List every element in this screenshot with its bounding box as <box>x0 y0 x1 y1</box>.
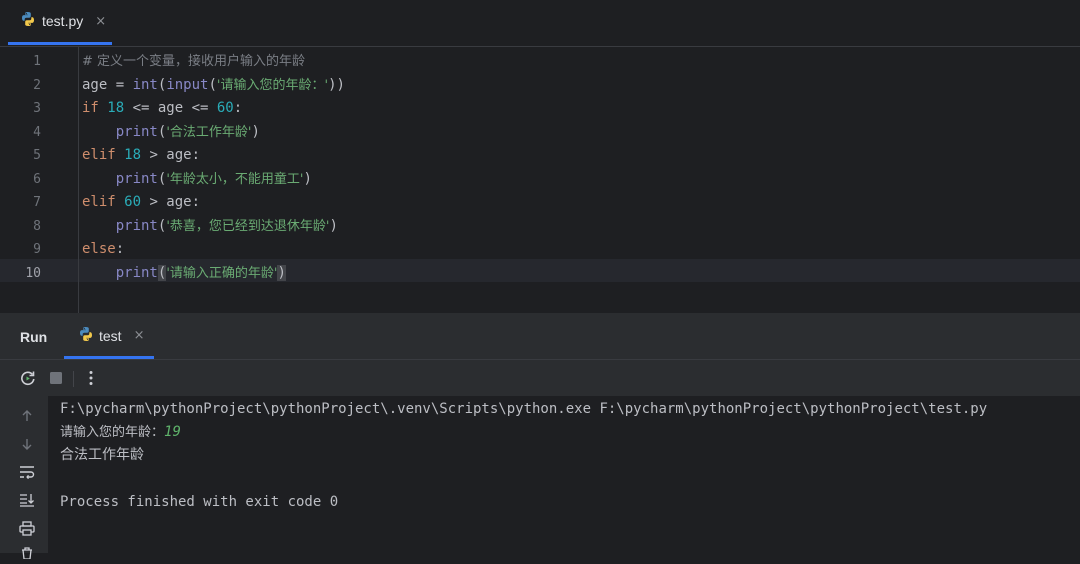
code-token: <= age <= <box>124 100 217 116</box>
code-token: if <box>82 100 108 116</box>
code-token: : <box>115 241 125 257</box>
code-line[interactable]: print('请输入正确的年龄') <box>82 262 286 285</box>
code-token: '恭喜，您已经到达退休年龄' <box>166 218 330 234</box>
tab-label: test.py <box>42 13 84 29</box>
code-token: '合法工作年龄' <box>166 124 252 140</box>
run-panel-header: Run test × <box>0 315 1080 360</box>
line-number[interactable]: 10 <box>0 262 41 285</box>
line-number[interactable]: 1 <box>0 50 41 73</box>
close-icon[interactable]: × <box>134 328 145 343</box>
code-token: # 定义一个变量，接收用户输入的年龄 <box>82 54 306 69</box>
console-output[interactable]: F:\pycharm\pythonProject\pythonProject\.… <box>48 396 1080 553</box>
code-line[interactable]: print('恭喜，您已经到达退休年龄') <box>82 215 338 238</box>
console-output-line: 合法工作年龄 <box>60 447 144 463</box>
code-token: ( <box>208 76 217 93</box>
tab-test-py[interactable]: test.py × <box>8 0 112 45</box>
code-token: '请输入正确的年龄' <box>166 265 278 281</box>
code-token: ) <box>303 170 312 187</box>
python-file-icon <box>78 326 94 346</box>
code-token: > age: <box>141 147 201 163</box>
code-line[interactable]: # 定义一个变量，接收用户输入的年龄 <box>82 50 305 73</box>
line-number[interactable]: 9 <box>0 238 41 261</box>
code-token: input <box>166 76 209 93</box>
code-token: print <box>115 217 158 234</box>
code-token: '请输入您的年龄：' <box>216 77 329 93</box>
scroll-to-end-icon[interactable] <box>16 489 38 511</box>
line-number[interactable]: 6 <box>0 168 41 191</box>
code-token: 60 <box>124 194 142 210</box>
line-number[interactable]: 4 <box>0 121 41 144</box>
run-tab-label: test <box>99 327 122 344</box>
code-line[interactable]: print('年龄太小，不能用童工') <box>82 168 312 191</box>
code-token: 60 <box>216 100 234 116</box>
line-number-gutter: 1 2 3 4 5 6 7 8 9 10 <box>0 47 78 313</box>
console-command-line: F:\pycharm\pythonProject\pythonProject\.… <box>60 401 988 417</box>
code-line[interactable]: print('合法工作年龄') <box>82 121 260 144</box>
code-token: 18 <box>107 100 125 116</box>
code-token: print <box>115 170 158 187</box>
clear-icon[interactable] <box>16 542 38 564</box>
code-token: print <box>115 123 158 140</box>
code-line[interactable]: elif 18 > age: <box>82 144 200 167</box>
console-user-input: 19 <box>164 424 181 440</box>
print-icon[interactable] <box>16 517 38 539</box>
editor-area: test.py × 1 2 3 4 5 6 7 8 9 10 # 定义一个变量，接收用户输入的年龄… <box>0 0 1080 313</box>
scroll-up-icon[interactable] <box>16 405 38 427</box>
stop-icon[interactable] <box>45 367 67 389</box>
code-token: 18 <box>124 147 142 163</box>
code-token: ) <box>329 217 338 234</box>
code-token: else <box>82 241 116 257</box>
line-number[interactable]: 2 <box>0 74 41 97</box>
console-prompt-line: 请输入您的年龄：19 <box>60 421 181 444</box>
gutter-divider <box>78 47 79 313</box>
code-line[interactable]: elif 60 > age: <box>82 191 200 214</box>
editor-tab-bar: test.py × <box>0 0 1080 47</box>
code-token: )) <box>328 76 345 93</box>
code-token: '年龄太小，不能用童工' <box>166 171 304 187</box>
code-line[interactable]: age = int(input('请输入您的年龄：')) <box>82 74 345 97</box>
code-token: int <box>132 76 158 93</box>
code-line[interactable]: else: <box>82 238 124 261</box>
code-area[interactable]: # 定义一个变量，接收用户输入的年龄 age = int(input('请输入您的… <box>82 47 1080 313</box>
tab-run-test[interactable]: test × <box>64 315 154 359</box>
rerun-icon[interactable] <box>17 367 39 389</box>
soft-wrap-icon[interactable] <box>16 461 38 483</box>
run-panel-title: Run <box>20 329 48 345</box>
code-token: ) <box>277 264 286 281</box>
code-line[interactable]: if 18 <= age <= 60: <box>82 97 242 120</box>
console-side-toolbar <box>0 396 48 559</box>
line-number[interactable]: 8 <box>0 215 41 238</box>
more-options-icon[interactable] <box>80 367 102 389</box>
console-exit-message: Process finished with exit code 0 <box>60 494 339 510</box>
code-token: print <box>115 264 158 281</box>
console-prompt: 请输入您的年龄： <box>60 425 165 440</box>
run-toolbar <box>0 360 1080 396</box>
scroll-down-icon[interactable] <box>16 433 38 455</box>
run-panel: Run test × F:\pycharm\pythonProject\pyth… <box>0 315 1080 559</box>
code-token: ) <box>251 123 260 140</box>
line-number[interactable]: 7 <box>0 191 41 214</box>
code-token: > age: <box>141 194 201 210</box>
code-token: age = <box>82 76 133 93</box>
code-token: elif <box>82 147 125 163</box>
close-icon[interactable]: × <box>95 14 106 29</box>
toolbar-separator <box>73 371 74 387</box>
line-number[interactable]: 3 <box>0 97 41 120</box>
code-token: elif <box>82 194 125 210</box>
code-token: : <box>233 100 243 116</box>
python-file-icon <box>20 11 36 31</box>
line-number[interactable]: 5 <box>0 144 41 167</box>
